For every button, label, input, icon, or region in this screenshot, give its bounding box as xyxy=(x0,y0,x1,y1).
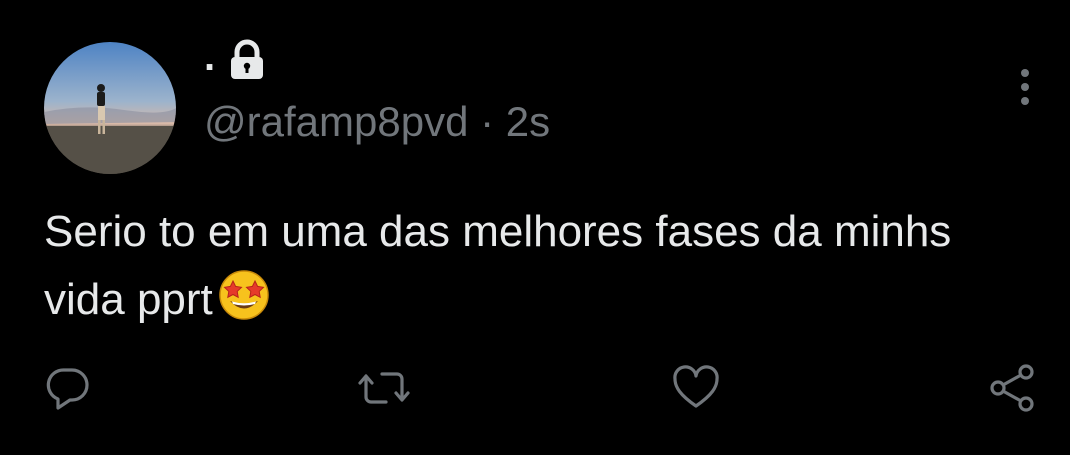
tweet-text: Serio to em uma das melhores fases da mi… xyxy=(44,200,1024,332)
meta-separator: · xyxy=(480,98,495,145)
user-handle[interactable]: @rafamp8pvd xyxy=(204,98,468,145)
reply-button[interactable] xyxy=(42,362,94,414)
timestamp[interactable]: 2s xyxy=(506,98,550,145)
retweet-icon xyxy=(358,372,410,404)
more-vertical-icon[interactable] xyxy=(1008,66,1042,110)
reply-icon xyxy=(46,368,89,410)
star-struck-emoji xyxy=(215,264,273,322)
avatar[interactable] xyxy=(44,42,176,174)
tweet-card: . @rafamp8pvd · 2s Serio to em uma das m… xyxy=(0,0,1070,455)
display-name[interactable]: . xyxy=(204,37,215,77)
heart-icon xyxy=(673,365,719,408)
share-icon xyxy=(990,364,1034,412)
share-button[interactable] xyxy=(986,362,1038,414)
retweet-button[interactable] xyxy=(356,362,410,414)
tweet-text-content: Serio to em uma das melhores fases da mi… xyxy=(44,207,952,324)
tweet-meta: @rafamp8pvd · 2s xyxy=(204,96,550,148)
display-name-row[interactable]: . xyxy=(204,37,269,82)
like-button[interactable] xyxy=(670,362,722,414)
lock-icon xyxy=(225,38,269,82)
